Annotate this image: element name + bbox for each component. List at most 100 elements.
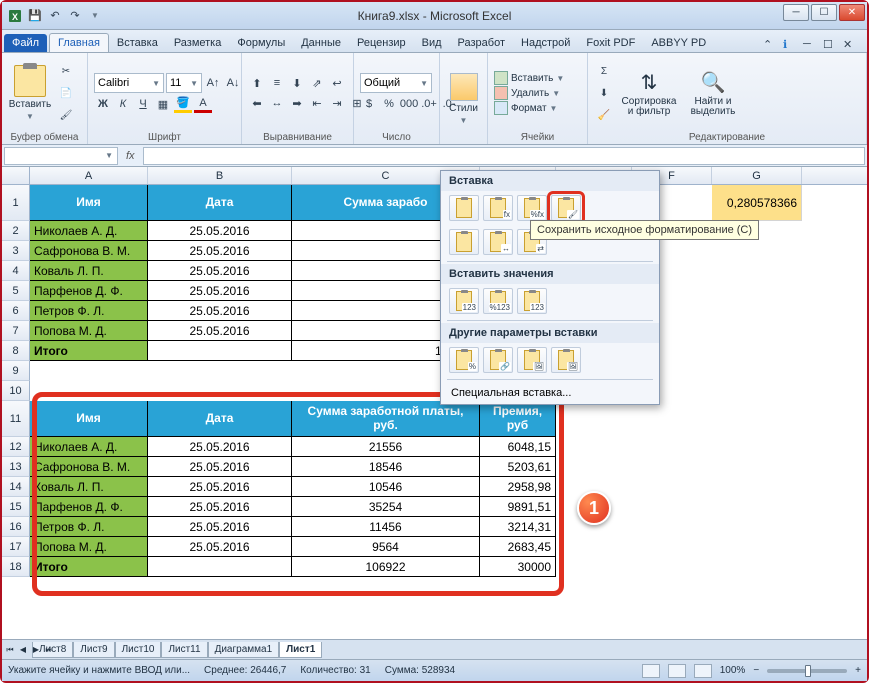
cell[interactable]: Дата	[148, 401, 292, 437]
save-icon[interactable]: 💾	[26, 7, 44, 25]
paste-no-borders-button[interactable]	[449, 229, 479, 255]
help-icon[interactable]: ℹ	[783, 38, 797, 52]
inc-decimal-icon[interactable]: .0+	[420, 95, 438, 113]
tab-addins[interactable]: Надстрой	[513, 34, 578, 52]
cell[interactable]: 6048,15	[480, 437, 556, 457]
paste-formulas-number-button[interactable]: %fx	[517, 195, 547, 221]
sheet-tab[interactable]: Лист9	[73, 642, 114, 658]
cell[interactable]: Сумма заработной платы, руб.	[292, 401, 480, 437]
cell[interactable]	[712, 437, 802, 457]
paste-linked-picture-button[interactable]: 🖼	[551, 347, 581, 373]
close-button[interactable]: ✕	[839, 4, 865, 21]
cut-icon[interactable]: ✂	[56, 61, 76, 81]
indent-dec-icon[interactable]: ⇤	[308, 94, 326, 112]
sheet-nav-prev-icon[interactable]: ◀	[17, 643, 29, 657]
maximize-button[interactable]: ☐	[811, 4, 837, 21]
cell[interactable]: Имя	[30, 185, 148, 221]
cell[interactable]	[712, 281, 802, 301]
cell[interactable]	[148, 381, 292, 401]
cell[interactable]: 2958,98	[480, 477, 556, 497]
undo-icon[interactable]: ↶	[46, 7, 64, 25]
view-layout-button[interactable]	[668, 664, 686, 678]
tab-formulas[interactable]: Формулы	[229, 34, 293, 52]
paste-link-button[interactable]: 🔗	[483, 347, 513, 373]
percent-icon[interactable]: %	[380, 95, 398, 113]
cell[interactable]: 10546	[292, 477, 480, 497]
row-header[interactable]: 5	[2, 281, 30, 301]
sort-filter-button[interactable]: ⇅ Сортировка и фильтр	[618, 60, 680, 126]
align-center-icon[interactable]: ↔	[268, 94, 286, 112]
cell[interactable]	[632, 517, 712, 537]
cell[interactable]: Итого	[30, 341, 148, 361]
font-color-icon[interactable]: A	[194, 95, 212, 113]
orientation-icon[interactable]: ⇗	[308, 74, 326, 92]
cell[interactable]	[30, 381, 148, 401]
col-header-g[interactable]: G	[712, 167, 802, 184]
cell[interactable]	[632, 457, 712, 477]
cell[interactable]: 25.05.2016	[148, 301, 292, 321]
qat-dropdown-icon[interactable]: ▼	[86, 7, 104, 25]
cell[interactable]	[712, 477, 802, 497]
row-header[interactable]: 13	[2, 457, 30, 477]
currency-icon[interactable]: $	[360, 95, 378, 113]
align-bottom-icon[interactable]: ⬇	[288, 74, 306, 92]
cell[interactable]: 25.05.2016	[148, 537, 292, 557]
zoom-in-icon[interactable]: +	[855, 665, 861, 676]
format-cells-button[interactable]: Формат▼	[494, 101, 564, 115]
cell[interactable]: 21556	[292, 437, 480, 457]
doc-minimize-icon[interactable]: ─	[803, 38, 817, 52]
doc-close-icon[interactable]: ✕	[843, 38, 857, 52]
styles-button[interactable]: Стили ▼	[446, 66, 481, 132]
font-name-select[interactable]: Calibri▼	[94, 73, 164, 93]
cell[interactable]: Дата	[148, 185, 292, 221]
cell[interactable]	[712, 537, 802, 557]
cell[interactable]: 0,280578366	[712, 185, 802, 221]
grow-font-icon[interactable]: A↑	[204, 74, 222, 92]
comma-icon[interactable]: 000	[400, 95, 418, 113]
cell[interactable]: Итого	[30, 557, 148, 577]
view-normal-button[interactable]	[642, 664, 660, 678]
number-format-select[interactable]: Общий▼	[360, 73, 432, 93]
tab-foxit[interactable]: Foxit PDF	[578, 34, 643, 52]
paste-all-button[interactable]	[449, 195, 479, 221]
row-header[interactable]: 17	[2, 537, 30, 557]
row-header[interactable]: 12	[2, 437, 30, 457]
row-header[interactable]: 1	[2, 185, 30, 221]
sheet-nav-last-icon[interactable]: ⏭	[43, 643, 55, 657]
cell[interactable]: 25.05.2016	[148, 261, 292, 281]
cell[interactable]: Николаев А. Д.	[30, 221, 148, 241]
cell[interactable]: Коваль Л. П.	[30, 477, 148, 497]
cell[interactable]: 25.05.2016	[148, 517, 292, 537]
cell[interactable]	[712, 241, 802, 261]
cell[interactable]: Николаев А. Д.	[30, 437, 148, 457]
row-header[interactable]: 3	[2, 241, 30, 261]
paste-values-source-fmt-button[interactable]: 123	[517, 288, 547, 314]
row-header[interactable]: 7	[2, 321, 30, 341]
row-header[interactable]: 9	[2, 361, 30, 381]
autosum-icon[interactable]: Σ	[594, 61, 614, 81]
fill-icon[interactable]: ⬇	[594, 83, 614, 103]
paste-special-button[interactable]: Специальная вставка...	[441, 382, 659, 404]
tab-layout[interactable]: Разметка	[166, 34, 230, 52]
align-right-icon[interactable]: ➡	[288, 94, 306, 112]
tab-insert[interactable]: Вставка	[109, 34, 166, 52]
cell[interactable]	[632, 401, 712, 437]
cell[interactable]: 30000	[480, 557, 556, 577]
underline-icon[interactable]: Ч	[134, 95, 152, 113]
cell[interactable]	[712, 341, 802, 361]
doc-restore-icon[interactable]: ☐	[823, 38, 837, 52]
font-size-select[interactable]: 11▼	[166, 73, 202, 93]
cell[interactable]	[148, 557, 292, 577]
cell[interactable]: 11456	[292, 517, 480, 537]
cell[interactable]	[632, 497, 712, 517]
cell[interactable]	[632, 557, 712, 577]
cell[interactable]	[712, 557, 802, 577]
cell[interactable]	[148, 361, 292, 381]
cell[interactable]: Попова М. Д.	[30, 537, 148, 557]
select-all-corner[interactable]	[2, 167, 30, 184]
sheet-tab[interactable]: Лист11	[161, 642, 207, 658]
copy-icon[interactable]: 📄	[56, 83, 76, 103]
cell[interactable]: 3214,31	[480, 517, 556, 537]
cell[interactable]	[632, 477, 712, 497]
cell[interactable]: Петров Ф. Л.	[30, 517, 148, 537]
